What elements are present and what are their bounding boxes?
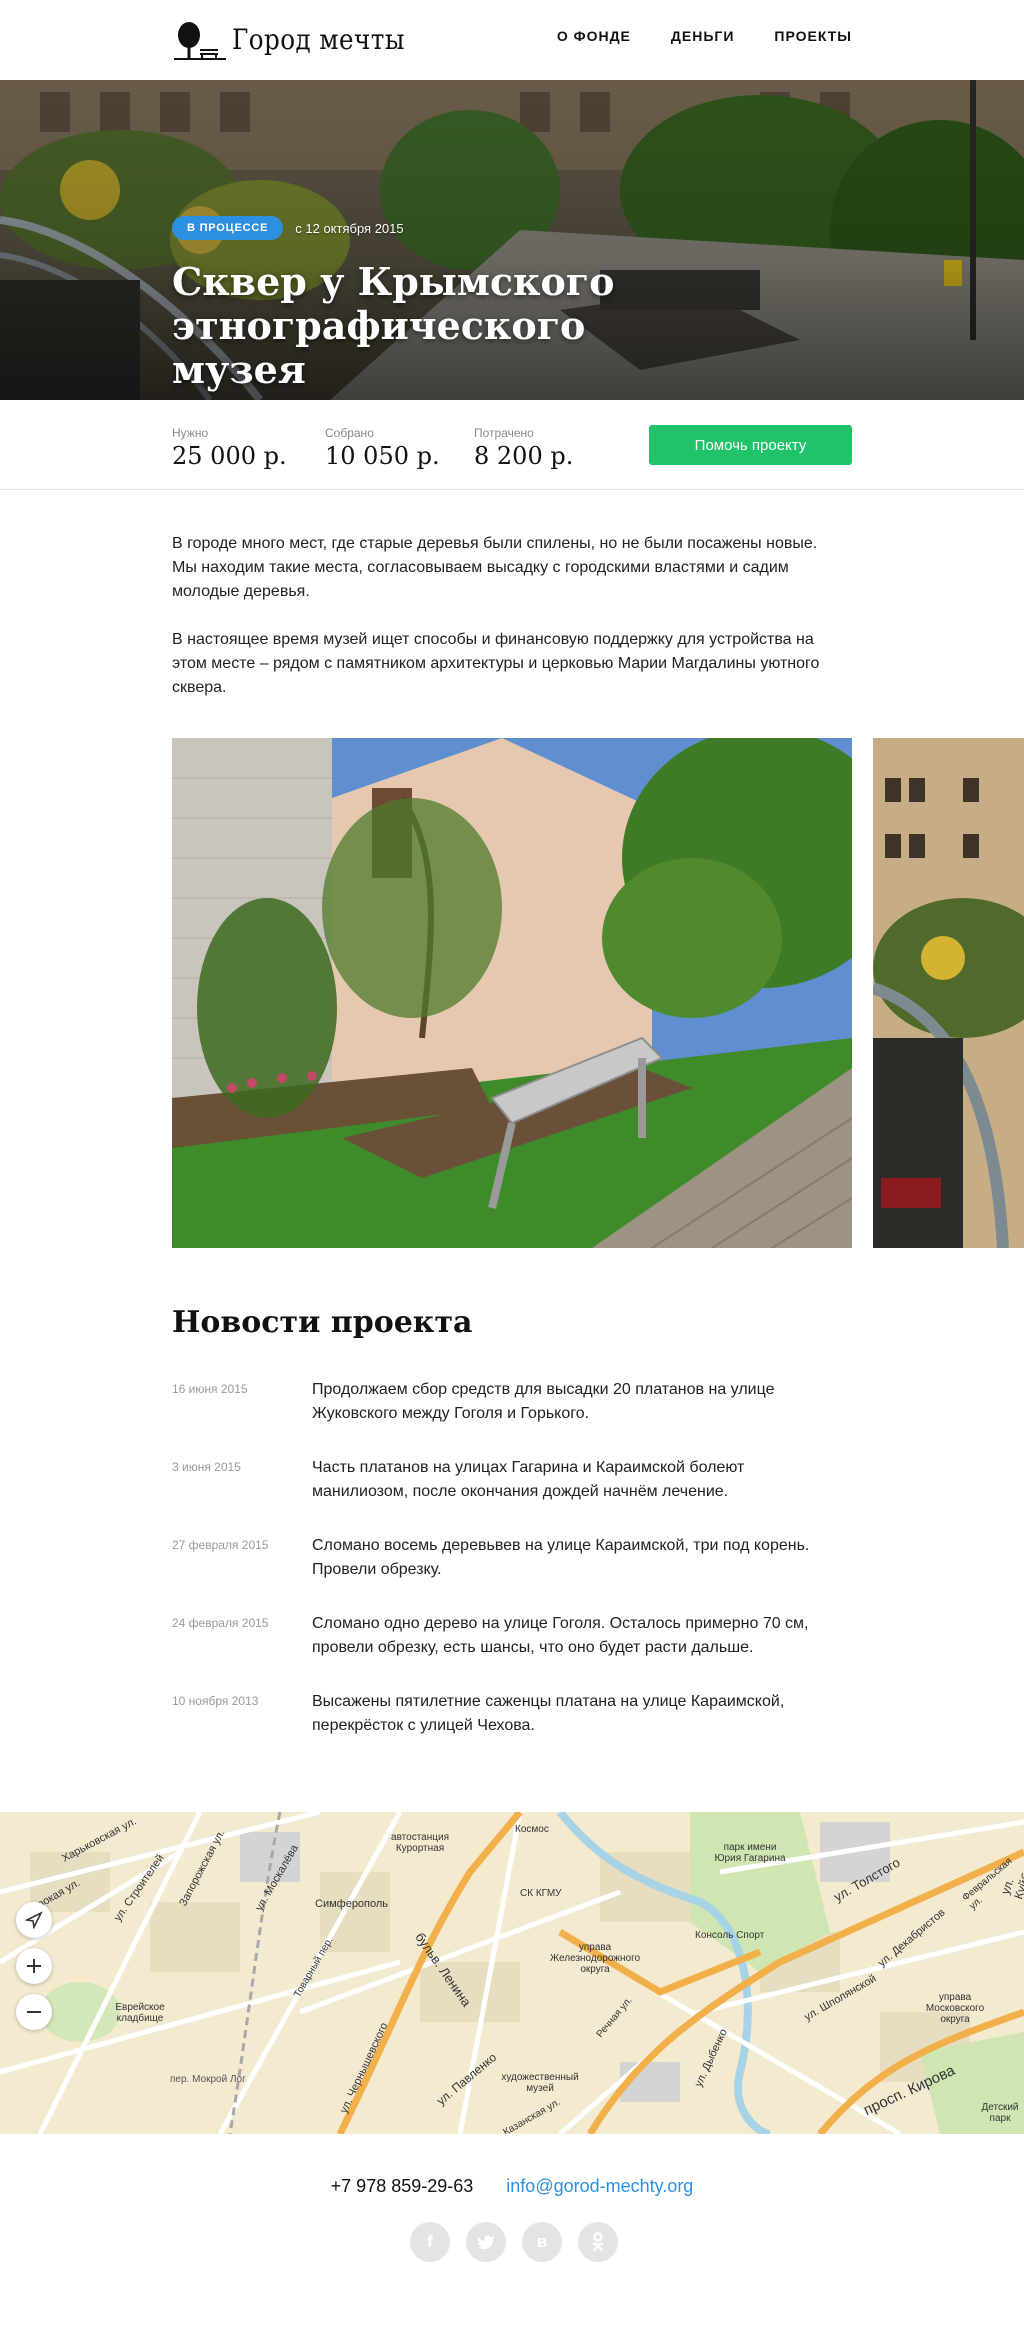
footer-contacts: +7 978 859-29-63 info@gorod-mechty.org — [0, 2176, 1024, 2197]
project-description: В городе много мест, где старые деревья … — [172, 532, 832, 700]
news-item: 16 июня 2015 Продолжаем сбор средств для… — [172, 1378, 872, 1456]
footer-phone[interactable]: +7 978 859-29-63 — [331, 2176, 474, 2196]
gallery-image-next[interactable] — [873, 738, 1024, 1248]
news-list: 16 июня 2015 Продолжаем сбор средств для… — [172, 1378, 872, 1768]
tree-bench-logo-icon — [174, 22, 226, 60]
stat-spent-label: Потрачено — [474, 426, 534, 440]
map-label: Симферополь — [315, 1898, 389, 1910]
project-start-date: с 12 октября 2015 — [295, 220, 404, 236]
map-zoom-in-button[interactable] — [16, 1948, 52, 1984]
nav-about[interactable]: О фонде — [557, 28, 631, 44]
news-text: Высажены пятилетние саженцы платана на у… — [312, 1693, 785, 1734]
map-label: управа Железнодорожного округа — [549, 1942, 641, 1975]
stat-spent-value: 8 200 р. — [474, 442, 574, 470]
navigation-arrow-icon — [25, 1911, 43, 1929]
description-paragraph: В настоящее время музей ищет способы и ф… — [172, 631, 820, 696]
odnoklassniki-icon[interactable] — [578, 2222, 618, 2262]
facebook-icon[interactable]: f — [410, 2222, 450, 2262]
twitter-icon[interactable] — [466, 2222, 506, 2262]
status-badge: В процессе — [172, 216, 284, 240]
page-title: Сквер у Крымского этнографического музея — [172, 259, 615, 392]
description-paragraph: В городе много мест, где старые деревья … — [172, 535, 818, 600]
logo[interactable]: Город мечты — [172, 18, 428, 62]
stat-collected-label: Собрано — [325, 426, 374, 440]
stat-needed-value: 25 000 р. — [172, 442, 287, 470]
logo-text: Город мечты — [232, 23, 405, 56]
help-project-button[interactable]: Помочь проекту — [649, 425, 852, 465]
news-date: 3 июня 2015 — [172, 1460, 241, 1474]
news-item: 27 февраля 2015 Сломано восемь деревьвев… — [172, 1534, 872, 1612]
ok-person-icon — [592, 2232, 604, 2252]
walkway-photo — [873, 738, 1024, 1248]
gallery-image-main[interactable] — [172, 738, 852, 1248]
stat-needed: Нужно 25 000 р. — [172, 426, 287, 470]
stat-spent: Потрачено 8 200 р. — [474, 426, 573, 470]
news-date: 27 февраля 2015 — [172, 1538, 269, 1552]
map-label: СК КГМУ — [520, 1888, 562, 1899]
site-header: Город мечты О фонде Деньги Проекты — [0, 0, 1024, 80]
map-label: художественный музей — [501, 2072, 579, 2094]
project-hero: В процессе с 12 октября 2015 Сквер у Кры… — [0, 80, 1024, 400]
map-label: парк имени Юрия Гагарина — [714, 1842, 786, 1864]
news-text: Продолжаем сбор средств для высадки 20 п… — [312, 1381, 775, 1422]
news-text: Сломано одно дерево на улице Гоголя. Ост… — [312, 1615, 809, 1656]
map-label: пер. Мокрой Лог — [170, 2074, 246, 2085]
stat-needed-label: Нужно — [172, 426, 209, 440]
hero-meta: В процессе с 12 октября 2015 — [172, 216, 404, 240]
plus-icon — [27, 1959, 41, 1973]
main-nav: О фонде Деньги Проекты — [557, 28, 852, 44]
map-label: Консоль Спорт — [695, 1930, 765, 1941]
news-item: 10 ноября 2013 Высажены пятилетние сажен… — [172, 1690, 872, 1768]
funding-stats: Нужно 25 000 р. Собрано 10 050 р. Потрач… — [0, 400, 1024, 490]
map-zoom-out-button[interactable] — [16, 1994, 52, 2030]
news-date: 16 июня 2015 — [172, 1382, 248, 1396]
news-section-title: Новости проекта — [172, 1305, 473, 1340]
map-label: Космос — [515, 1824, 549, 1835]
map-label: управа Московского округа — [925, 1992, 985, 2025]
nav-projects[interactable]: Проекты — [774, 28, 852, 44]
location-map[interactable]: Харьковская ул. ул. Строителей Широкая у… — [0, 1812, 1024, 2134]
news-item: 3 июня 2015 Часть платанов на улицах Гаг… — [172, 1456, 872, 1534]
map-label: Еврейское кладбище — [115, 2002, 165, 2024]
news-date: 24 февраля 2015 — [172, 1616, 269, 1630]
news-item: 24 февраля 2015 Сломано одно дерево на у… — [172, 1612, 872, 1690]
news-text: Сломано восемь деревьвев на улице Караим… — [312, 1537, 810, 1578]
map-label: автостанция Курортная — [391, 1832, 449, 1854]
garden-photo — [172, 738, 852, 1248]
news-text: Часть платанов на улицах Гагарина и Кара… — [312, 1459, 745, 1500]
vk-icon[interactable]: в — [522, 2222, 562, 2262]
map-locate-button[interactable] — [16, 1902, 52, 1938]
footer-email-link[interactable]: info@gorod-mechty.org — [506, 2176, 693, 2196]
minus-icon — [27, 2011, 41, 2013]
map-label: Детский парк — [981, 2102, 1019, 2124]
vk-glyph: в — [536, 2232, 548, 2251]
social-links: f в — [410, 2222, 618, 2262]
stat-collected-value: 10 050 р. — [325, 442, 440, 470]
twitter-bird-icon — [477, 2235, 494, 2250]
stat-collected: Собрано 10 050 р. — [325, 426, 440, 470]
facebook-glyph: f — [427, 2232, 433, 2251]
news-date: 10 ноября 2013 — [172, 1694, 259, 1708]
nav-money[interactable]: Деньги — [671, 28, 734, 44]
